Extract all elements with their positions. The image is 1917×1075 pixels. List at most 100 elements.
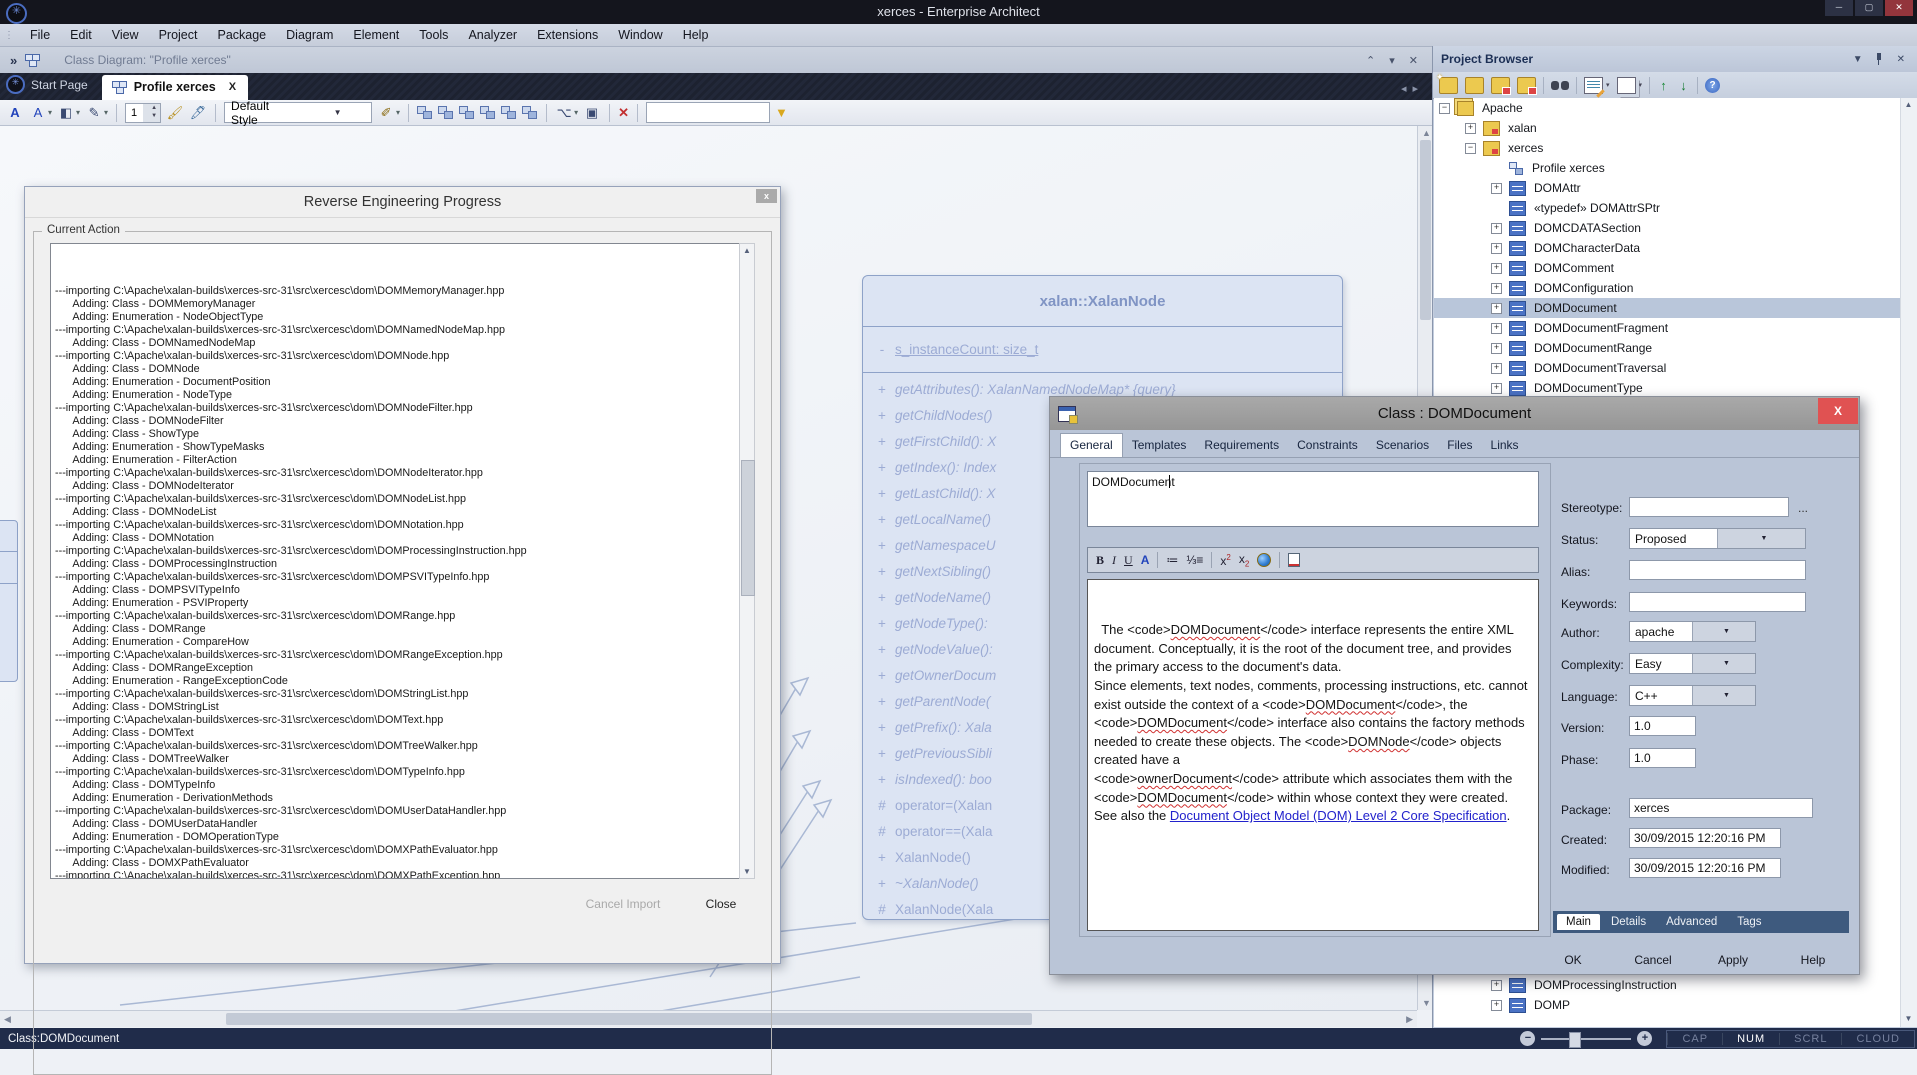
tree-expando-icon[interactable] — [1439, 103, 1450, 114]
bring-to-front-icon[interactable] — [501, 106, 517, 120]
eyedropper-icon[interactable]: 🖊 — [189, 105, 207, 121]
panel-menu-icon[interactable]: ▼ — [1853, 54, 1863, 65]
tab-profile-xerces[interactable]: Profile xerces X — [102, 75, 248, 100]
delete-icon[interactable]: ✕ — [618, 105, 629, 121]
font-color-icon[interactable]: A — [29, 105, 47, 120]
menu-item[interactable]: Help — [673, 26, 719, 44]
tree-row[interactable]: DOMDocumentType — [1434, 378, 1901, 398]
tree-vertical-scrollbar[interactable]: ▲ ▼ — [1900, 98, 1917, 1027]
class-name-field[interactable]: DOMDocument — [1087, 471, 1539, 527]
tab-tags[interactable]: Tags — [1728, 914, 1770, 930]
fill-color-dropdown-icon[interactable]: ▾ — [76, 108, 80, 117]
pin-icon[interactable] — [1875, 53, 1883, 65]
align-right-icon[interactable] — [438, 106, 454, 120]
save-style-icon[interactable]: ✐ — [377, 105, 395, 121]
quick-find-input[interactable] — [646, 102, 770, 123]
alias-input[interactable] — [1629, 560, 1806, 580]
menu-item[interactable]: File — [20, 26, 60, 44]
format-painter-icon[interactable]: 🖌 — [166, 105, 184, 121]
line-color-dropdown-icon[interactable]: ▾ — [104, 108, 108, 117]
menu-item[interactable]: Project — [149, 26, 208, 44]
tree-row[interactable]: DOMCharacterData — [1434, 238, 1901, 258]
underline-icon[interactable]: U — [1124, 553, 1133, 568]
text-color-icon[interactable]: A — [1141, 553, 1150, 567]
tree-row[interactable]: Profile xerces — [1434, 158, 1901, 178]
find-in-browser-icon[interactable] — [1551, 78, 1569, 93]
auto-layout-dropdown-icon[interactable]: ▾ — [574, 108, 578, 117]
log-scrollbar[interactable]: ▲ ▼ — [739, 243, 755, 879]
style-dropdown-icon[interactable]: ▼ — [298, 108, 371, 117]
ok-button[interactable]: OK — [1538, 953, 1608, 967]
save-style-dropdown-icon[interactable]: ▾ — [396, 108, 400, 117]
tree-row[interactable]: DOMP — [1434, 995, 1901, 1015]
minimize-button[interactable]: ─ — [1825, 0, 1853, 16]
tab-constraints[interactable]: Constraints — [1288, 434, 1367, 457]
edit-notes-icon[interactable] — [1584, 77, 1603, 94]
tree-expando-icon[interactable] — [1491, 263, 1502, 274]
toolbar-menu-icon[interactable]: ▾ — [1389, 54, 1395, 67]
help-button[interactable]: Help — [1778, 953, 1848, 967]
zoom-in-icon[interactable]: + — [1637, 1031, 1652, 1046]
status-combobox[interactable]: Proposed▼ — [1629, 528, 1806, 549]
menu-item[interactable]: Analyzer — [458, 26, 527, 44]
font-color-dropdown-icon[interactable]: ▾ — [48, 108, 52, 117]
tree-row[interactable]: DOMAttr — [1434, 178, 1901, 198]
tree-row[interactable]: DOMComment — [1434, 258, 1901, 278]
line-color-icon[interactable]: ✎ — [85, 105, 103, 121]
tab-details[interactable]: Details — [1602, 914, 1655, 930]
panel-close-icon[interactable]: ✕ — [1897, 54, 1905, 65]
notes-richtext[interactable]: The <code>DOMDocument</code> interface r… — [1087, 579, 1539, 931]
tab-close-icon[interactable]: X — [229, 81, 236, 93]
stereotype-input[interactable] — [1629, 497, 1789, 517]
menu-item[interactable]: Package — [207, 26, 276, 44]
language-combobox[interactable]: C++▼ — [1629, 685, 1756, 706]
stereotype-browse-button[interactable]: ... — [1798, 501, 1808, 515]
tab-files[interactable]: Files — [1438, 434, 1481, 457]
move-down-icon[interactable]: ↓ — [1677, 78, 1690, 93]
tree-row[interactable]: Apache — [1434, 98, 1901, 118]
move-up-icon[interactable]: ↑ — [1657, 78, 1670, 93]
font-face-icon[interactable]: A — [6, 105, 24, 120]
tree-expando-icon[interactable] — [1491, 223, 1502, 234]
tab-advanced[interactable]: Advanced — [1657, 914, 1726, 930]
version-input[interactable] — [1629, 716, 1696, 736]
tree-expando-icon[interactable] — [1491, 303, 1502, 314]
tree-row[interactable]: DOMDocumentFragment — [1434, 318, 1901, 338]
zoom-thumb[interactable] — [1569, 1032, 1581, 1048]
class-dialog-close-icon[interactable]: X — [1818, 398, 1858, 424]
import-log-list[interactable]: ---importing C:\Apache\xalan-builds\xerc… — [50, 243, 744, 879]
help-icon[interactable]: ? — [1705, 78, 1720, 93]
tree-row[interactable]: DOMDocument — [1434, 298, 1901, 318]
tree-expando-icon[interactable] — [1465, 123, 1476, 134]
menu-item[interactable]: Window — [608, 26, 672, 44]
toolbar-overflow-icon[interactable]: » — [10, 53, 17, 68]
new-package-icon[interactable] — [1465, 77, 1484, 94]
tree-row[interactable]: xalan — [1434, 118, 1901, 138]
zoom-track[interactable] — [1541, 1038, 1631, 1040]
tree-expando-icon[interactable] — [1491, 283, 1502, 294]
properties-window-icon[interactable]: ▣ — [583, 105, 601, 121]
tree-expando-icon[interactable] — [1491, 363, 1502, 374]
fill-color-icon[interactable]: ◧ — [57, 105, 75, 121]
tree-expando-icon[interactable] — [1465, 143, 1476, 154]
log-scroll-thumb[interactable] — [741, 460, 755, 596]
re-dialog-close-icon[interactable]: x — [756, 189, 777, 203]
tree-expando-icon[interactable] — [1491, 243, 1502, 254]
menu-item[interactable]: View — [102, 26, 149, 44]
phase-input[interactable] — [1629, 748, 1696, 768]
style-combobox[interactable]: Default Style ▼ — [224, 102, 372, 123]
tree-row[interactable]: DOMConfiguration — [1434, 278, 1901, 298]
tree-expando-icon[interactable] — [1491, 323, 1502, 334]
tab-links[interactable]: Links — [1482, 434, 1528, 457]
maximize-button[interactable]: ▢ — [1855, 0, 1883, 16]
author-combobox[interactable]: apache▼ — [1629, 621, 1756, 642]
zoom-out-icon[interactable]: − — [1520, 1031, 1535, 1046]
tree-row[interactable]: DOMCDATASection — [1434, 218, 1901, 238]
close-button[interactable]: ✕ — [1885, 0, 1913, 16]
bold-icon[interactable]: B — [1096, 553, 1104, 568]
tab-main[interactable]: Main — [1557, 914, 1600, 930]
zoom-slider[interactable]: − + — [1520, 1031, 1652, 1046]
tree-row[interactable]: DOMDocumentTraversal — [1434, 358, 1901, 378]
tree-expando-icon[interactable] — [1491, 980, 1502, 991]
partial-class-element[interactable] — [0, 520, 18, 682]
